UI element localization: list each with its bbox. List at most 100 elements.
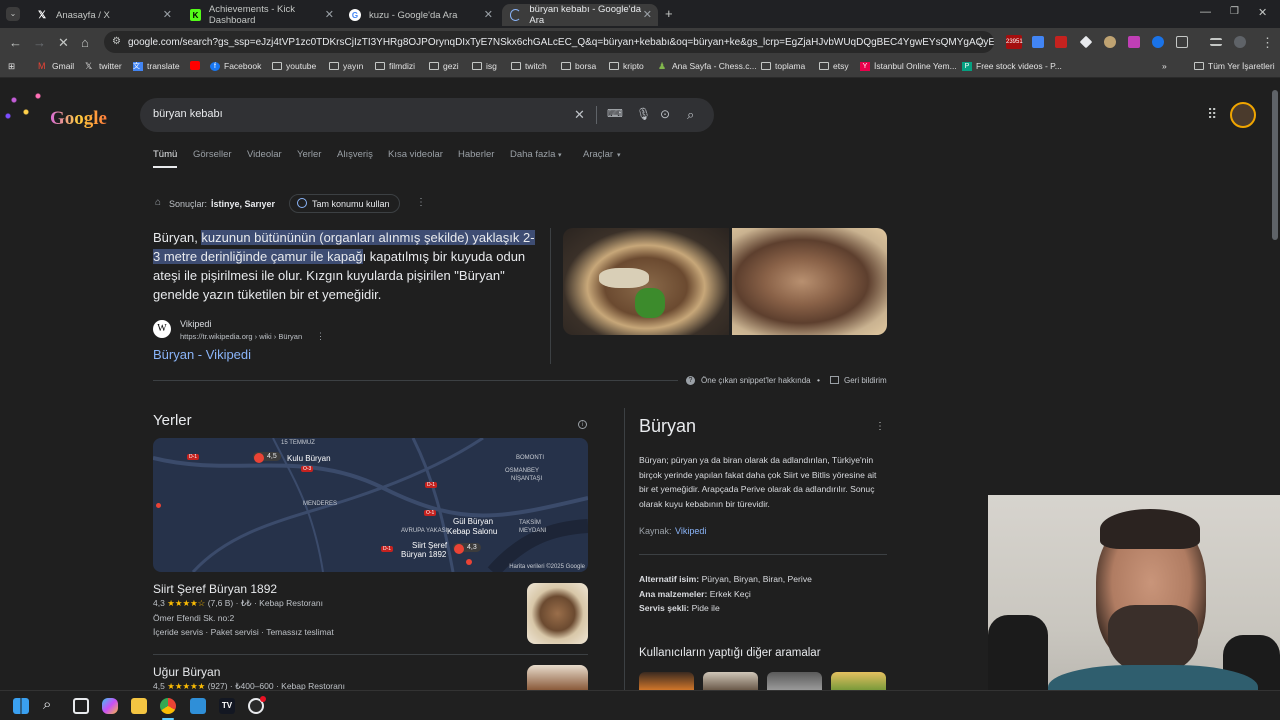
media-controls-icon[interactable] xyxy=(1210,38,1222,46)
search-box[interactable]: büryan kebabı ✕ ⌨ 🎙 ⊙ ⌕ xyxy=(140,98,714,132)
lens-camera-icon[interactable]: ⊙ xyxy=(660,107,670,121)
page-scrollbar[interactable] xyxy=(1272,90,1278,240)
close-tab-icon[interactable]: ✕ xyxy=(163,8,172,21)
file-explorer-icon[interactable] xyxy=(131,698,147,714)
search-input[interactable]: büryan kebabı xyxy=(153,108,223,120)
bookmark-chess[interactable]: ♟ Ana Sayfa - Chess.c... xyxy=(658,61,757,71)
windows-start-icon[interactable] xyxy=(13,698,29,714)
bookmark-twitter[interactable]: 𝕏twitter xyxy=(85,61,122,71)
snippet-image-2[interactable] xyxy=(732,228,887,335)
new-tab-plus-icon[interactable]: + xyxy=(665,6,673,21)
back-arrow-icon[interactable]: ← xyxy=(9,35,22,50)
adblock-ext-icon[interactable] xyxy=(1055,36,1067,48)
source-name[interactable]: Vikipedi xyxy=(180,319,211,329)
filter-more[interactable]: Daha fazla xyxy=(510,149,555,160)
translate-ext-icon[interactable] xyxy=(1032,36,1044,48)
bookmark-youtube-video[interactable] xyxy=(190,61,204,70)
stop-loading-icon[interactable]: ✕ xyxy=(58,35,69,51)
tab-kuzu[interactable]: G kuzu - Google'da Ara ✕ xyxy=(341,4,499,26)
tab-search-icon[interactable]: ⌄ xyxy=(6,7,20,21)
filter-short-videos[interactable]: Kısa videolar xyxy=(388,149,443,160)
close-tab-icon[interactable]: ✕ xyxy=(484,8,493,21)
filter-shopping[interactable]: Alışveriş xyxy=(337,149,373,160)
restore-icon[interactable]: ❐ xyxy=(1230,6,1239,17)
chrome-icon[interactable] xyxy=(160,698,176,714)
address-bar[interactable]: ⚙ google.com/search?gs_ssp=eJzj4tVP1zc0T… xyxy=(104,31,994,53)
folder-filmdizi[interactable]: filmdizi xyxy=(375,61,415,71)
folder-gezi[interactable]: gezi xyxy=(429,61,459,71)
related-image-3[interactable] xyxy=(767,672,822,690)
about-snippets-link[interactable]: Öne çıkan snippet'ler hakkında xyxy=(701,376,811,385)
pink-ext-icon[interactable] xyxy=(1128,36,1140,48)
folder-yayin[interactable]: yayın xyxy=(329,61,363,71)
snippet-link[interactable]: Büryan - Vikipedi xyxy=(153,347,251,362)
place-thumbnail[interactable] xyxy=(527,665,588,690)
close-tab-icon[interactable]: ✕ xyxy=(325,8,334,21)
feedback-link[interactable]: Geri bildirim xyxy=(844,376,887,385)
snippet-image-1[interactable] xyxy=(563,228,729,335)
folder-kripto[interactable]: kripto xyxy=(609,61,644,71)
filter-images[interactable]: Görseller xyxy=(193,149,232,160)
tab-buryan[interactable]: büryan kebabı - Google'da Ara ✕ xyxy=(502,4,658,26)
minimize-icon[interactable]: — xyxy=(1200,6,1211,18)
diamond-ext-icon[interactable] xyxy=(1079,35,1093,49)
more-options-icon[interactable]: ⋮ xyxy=(416,197,426,208)
app-icon[interactable] xyxy=(190,698,206,714)
filter-news[interactable]: Haberler xyxy=(458,149,494,160)
tab-kick[interactable]: K Achievements - Kick Dashboard ✕ xyxy=(182,4,340,26)
taskbar-search-icon[interactable]: ⌕ xyxy=(43,696,51,713)
bookmark-pexels[interactable]: P Free stock videos - P... xyxy=(962,61,1062,71)
filter-tools[interactable]: Araçlar xyxy=(583,149,613,160)
filter-all[interactable]: Tümü xyxy=(153,149,178,168)
bookmarks-overflow-icon[interactable]: » xyxy=(1162,61,1167,71)
folder-etsy[interactable]: etsy xyxy=(819,61,849,71)
place-name[interactable]: Uğur Büryan xyxy=(153,665,220,679)
ext-badge-icon[interactable]: 23951 xyxy=(1006,35,1023,49)
all-bookmarks[interactable]: Tüm Yer İşaretleri xyxy=(1194,61,1275,71)
folder-isg[interactable]: isg xyxy=(472,61,497,71)
close-window-icon[interactable]: ✕ xyxy=(1258,6,1267,19)
info-icon[interactable]: i xyxy=(578,420,587,429)
home-icon[interactable]: ⌂ xyxy=(81,35,89,50)
related-image-2[interactable] xyxy=(703,672,758,690)
folder-borsa[interactable]: borsa xyxy=(561,61,596,71)
keyboard-icon[interactable]: ⌨ xyxy=(607,107,623,120)
account-avatar[interactable] xyxy=(1230,102,1256,128)
panel-more-icon[interactable]: ⋮ xyxy=(875,421,885,432)
google-apps-icon[interactable]: ⠿ xyxy=(1207,106,1217,123)
chrome-menu-icon[interactable]: ⋮ xyxy=(1261,35,1274,51)
source-url[interactable]: https://tr.wikipedia.org › wiki › Büryan xyxy=(180,332,302,341)
copilot-icon[interactable] xyxy=(102,698,118,714)
bookmark-istanbul[interactable]: Y İstanbul Online Yem... xyxy=(860,61,957,71)
audio-ext-icon[interactable] xyxy=(1152,36,1164,48)
folder-twitch[interactable]: twitch xyxy=(511,61,547,71)
use-precise-location-button[interactable]: Tam konumu kullan xyxy=(289,194,400,213)
extensions-puzzle-icon[interactable] xyxy=(1176,36,1188,48)
apps-grid-icon[interactable]: ⊞ xyxy=(8,61,15,72)
related-image-4[interactable] xyxy=(831,672,886,690)
tab-x[interactable]: 𝕏 Anasayfa / X ✕ xyxy=(28,4,178,26)
bookmark-translate[interactable]: 文 translate xyxy=(133,61,180,71)
related-image-1[interactable] xyxy=(639,672,694,690)
cookie-ext-icon[interactable] xyxy=(1104,36,1116,48)
microphone-icon[interactable]: 🎙 xyxy=(636,107,651,121)
place-name[interactable]: Siirt Şeref Büryan 1892 xyxy=(153,582,277,596)
bookmark-facebook[interactable]: f Facebook xyxy=(210,61,261,71)
place-thumbnail[interactable] xyxy=(527,583,588,644)
site-info-icon[interactable]: ⚙ xyxy=(112,36,121,47)
source-more-icon[interactable]: ⋮ xyxy=(316,331,325,342)
places-map[interactable]: 15 TEMMUZ 4,5 Kulu Büryan BOMONTI OSMANB… xyxy=(153,438,588,572)
close-tab-icon[interactable]: ✕ xyxy=(643,8,652,21)
folder-youtube[interactable]: youtube xyxy=(272,61,316,71)
forward-arrow-icon[interactable]: → xyxy=(33,35,46,50)
bookmark-star-icon[interactable]: ☆ xyxy=(975,34,986,48)
filter-places[interactable]: Yerler xyxy=(297,149,321,160)
tradingview-icon[interactable]: TV xyxy=(219,698,235,714)
google-doodle-logo[interactable]: Google xyxy=(2,88,114,134)
panel-source-link[interactable]: Vikipedi xyxy=(675,526,706,536)
clear-icon[interactable]: ✕ xyxy=(574,107,585,123)
filter-videos[interactable]: Videolar xyxy=(247,149,282,160)
folder-toplama[interactable]: toplama xyxy=(761,61,805,71)
profile-avatar-icon[interactable] xyxy=(1234,36,1246,48)
search-icon[interactable]: ⌕ xyxy=(687,107,694,123)
